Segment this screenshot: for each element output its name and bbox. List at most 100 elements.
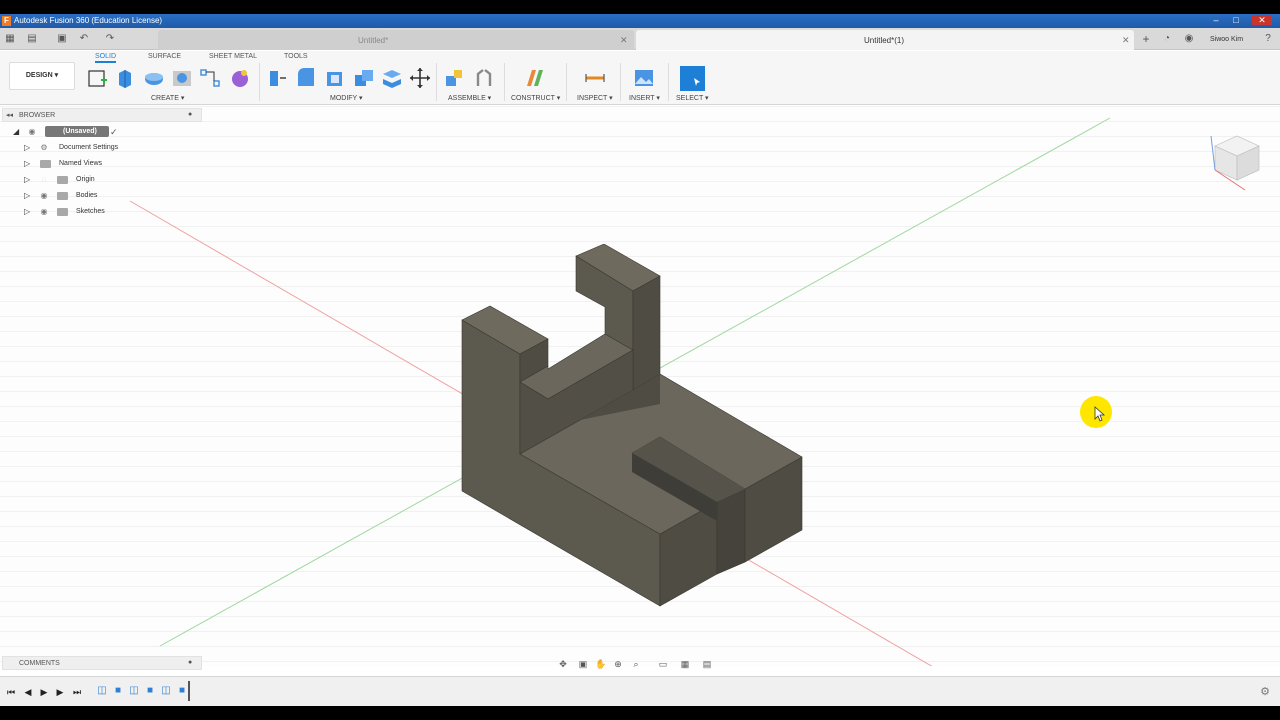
measure-icon[interactable] bbox=[583, 66, 607, 90]
file-icon[interactable]: ▤ bbox=[26, 33, 38, 45]
undo-icon[interactable]: ↶ bbox=[78, 33, 90, 45]
job-status-icon[interactable]: ◔ bbox=[1161, 33, 1173, 45]
select-menu[interactable]: SELECT ▾ bbox=[676, 94, 709, 102]
browser-root-row[interactable]: ◢ ◉ (Unsaved) ✓ bbox=[2, 125, 202, 139]
shell-icon[interactable] bbox=[323, 66, 347, 90]
timeline-marker[interactable] bbox=[188, 681, 190, 701]
toolbar-ribbon: DESIGN ▾ SOLID SURFACE SHEET METAL TOOLS… bbox=[0, 51, 1280, 105]
insert-menu[interactable]: INSERT ▾ bbox=[629, 94, 660, 102]
look-at-icon[interactable]: ▣ bbox=[577, 658, 589, 670]
split-body-icon[interactable] bbox=[380, 66, 404, 90]
tab-surface[interactable]: SURFACE bbox=[148, 53, 181, 60]
pattern-icon[interactable] bbox=[198, 66, 222, 90]
create-sketch-icon[interactable] bbox=[86, 66, 110, 90]
select-icon[interactable] bbox=[680, 66, 705, 91]
tab-sheet-metal[interactable]: SHEET METAL bbox=[209, 53, 257, 60]
combine-icon[interactable] bbox=[352, 66, 376, 90]
gear-icon[interactable]: ⚙ bbox=[1258, 685, 1272, 699]
close-window-button[interactable]: ✕ bbox=[1252, 15, 1272, 25]
bracket-3d-body[interactable] bbox=[440, 244, 820, 614]
tab-untitled-1[interactable]: Untitled*(1) ✕ bbox=[636, 30, 1134, 50]
browser-header[interactable]: ◂◂ BROWSER ● bbox=[2, 108, 202, 122]
timeline-extrude-icon[interactable]: ■ bbox=[112, 685, 124, 697]
workspace-switcher[interactable]: DESIGN ▾ bbox=[9, 62, 75, 90]
viewports-icon[interactable]: ▤ bbox=[701, 658, 713, 670]
comments-panel[interactable]: COMMENTS ● bbox=[2, 656, 202, 670]
go-to-end-icon[interactable]: ⏭ bbox=[71, 686, 83, 698]
create-form-icon[interactable] bbox=[228, 66, 252, 90]
pin-icon[interactable]: ● bbox=[188, 659, 192, 666]
group-separator bbox=[566, 63, 567, 101]
minimize-button[interactable]: – bbox=[1210, 15, 1222, 25]
visibility-eye-icon[interactable]: ◉ bbox=[27, 128, 37, 136]
insert-image-icon[interactable] bbox=[632, 66, 656, 90]
expand-arrow-icon[interactable]: ▷ bbox=[24, 208, 32, 216]
joint-icon[interactable] bbox=[472, 66, 496, 90]
grid-settings-icon[interactable]: ▦ bbox=[679, 658, 691, 670]
assemble-menu[interactable]: ASSEMBLE ▾ bbox=[448, 94, 491, 102]
go-to-start-icon[interactable]: ⏮ bbox=[5, 686, 17, 698]
extrude-icon[interactable] bbox=[114, 66, 138, 90]
orbit-icon[interactable]: ✥ bbox=[557, 658, 569, 670]
redo-icon[interactable]: ↷ bbox=[104, 33, 116, 45]
apps-grid-icon[interactable]: ▦ bbox=[4, 33, 16, 45]
pan-icon[interactable]: ✋ bbox=[595, 658, 607, 670]
new-component-icon[interactable] bbox=[443, 66, 467, 90]
tab-untitled[interactable]: Untitled* ✕ bbox=[158, 30, 634, 50]
group-separator bbox=[504, 63, 505, 101]
pin-icon[interactable]: ● bbox=[188, 111, 192, 118]
timeline-sketch-icon[interactable]: ◫ bbox=[160, 685, 172, 697]
maximize-button[interactable]: □ bbox=[1230, 15, 1242, 25]
timeline-extrude-icon[interactable]: ■ bbox=[144, 685, 156, 697]
inspect-menu[interactable]: INSPECT ▾ bbox=[577, 94, 613, 102]
browser-item-bodies[interactable]: ▷ ◉ Bodies bbox=[2, 189, 202, 203]
browser-item-document-settings[interactable]: ▷ ⚙ Document Settings bbox=[2, 141, 202, 155]
view-cube[interactable] bbox=[1205, 128, 1265, 198]
fit-icon[interactable]: ⌕ bbox=[630, 658, 642, 670]
step-forward-icon[interactable]: ▶ bbox=[54, 686, 66, 698]
close-tab-icon[interactable]: ✕ bbox=[1122, 35, 1130, 46]
browser-item-origin[interactable]: ▷ ◌ Origin bbox=[2, 173, 202, 187]
group-separator bbox=[620, 63, 621, 101]
expand-arrow-icon[interactable]: ▷ bbox=[24, 192, 32, 200]
notifications-icon[interactable]: ◉ bbox=[1183, 33, 1195, 45]
help-icon[interactable]: ? bbox=[1262, 33, 1274, 45]
user-name[interactable]: Siwoo Kim bbox=[1210, 36, 1243, 43]
modify-menu[interactable]: MODIFY ▾ bbox=[330, 94, 363, 102]
close-tab-icon[interactable]: ✕ bbox=[620, 35, 628, 46]
expand-arrow-icon[interactable]: ▷ bbox=[24, 160, 32, 168]
hidden-eye-icon[interactable]: ◌ bbox=[39, 176, 49, 184]
expand-arrow-icon[interactable]: ◢ bbox=[13, 128, 21, 136]
move-copy-icon[interactable] bbox=[408, 66, 432, 90]
display-settings-icon[interactable]: ▭ bbox=[657, 658, 669, 670]
timeline-sketch-icon[interactable]: ◫ bbox=[128, 685, 140, 697]
browser-item-named-views[interactable]: ▷ Named Views bbox=[2, 157, 202, 171]
visibility-eye-icon[interactable]: ◉ bbox=[39, 192, 49, 200]
visibility-eye-icon[interactable]: ◉ bbox=[39, 208, 49, 216]
expand-arrow-icon[interactable]: ▷ bbox=[24, 144, 32, 152]
browser-item-sketches[interactable]: ▷ ◉ Sketches bbox=[2, 205, 202, 219]
create-menu[interactable]: CREATE ▾ bbox=[151, 94, 184, 102]
collapse-panel-icon[interactable]: ◂◂ bbox=[6, 111, 13, 119]
add-tab-icon[interactable]: + bbox=[1140, 33, 1152, 45]
activate-check-icon[interactable]: ✓ bbox=[110, 127, 118, 138]
step-back-icon[interactable]: ◀ bbox=[22, 686, 34, 698]
hole-icon[interactable] bbox=[170, 66, 194, 90]
offset-plane-icon[interactable] bbox=[523, 66, 547, 90]
fillet-icon[interactable] bbox=[294, 66, 318, 90]
expand-arrow-icon[interactable]: ▷ bbox=[24, 176, 32, 184]
tab-tools[interactable]: TOOLS bbox=[284, 53, 308, 60]
construct-menu[interactable]: CONSTRUCT ▾ bbox=[511, 94, 560, 102]
browser-title: BROWSER bbox=[19, 112, 56, 119]
revolve-icon[interactable] bbox=[142, 66, 166, 90]
timeline-sketch-icon[interactable]: ◫ bbox=[96, 685, 108, 697]
window-title: Autodesk Fusion 360 (Education License) bbox=[14, 16, 163, 25]
press-pull-icon[interactable] bbox=[265, 66, 289, 90]
zoom-icon[interactable]: ⊕ bbox=[612, 658, 624, 670]
save-icon[interactable]: ▣ bbox=[56, 33, 68, 45]
timeline-extrude-icon[interactable]: ■ bbox=[176, 685, 188, 697]
browser-item-label: Bodies bbox=[76, 192, 98, 199]
comments-title: COMMENTS bbox=[19, 660, 60, 667]
tab-solid[interactable]: SOLID bbox=[95, 53, 117, 63]
play-icon[interactable]: ▶ bbox=[38, 686, 50, 698]
